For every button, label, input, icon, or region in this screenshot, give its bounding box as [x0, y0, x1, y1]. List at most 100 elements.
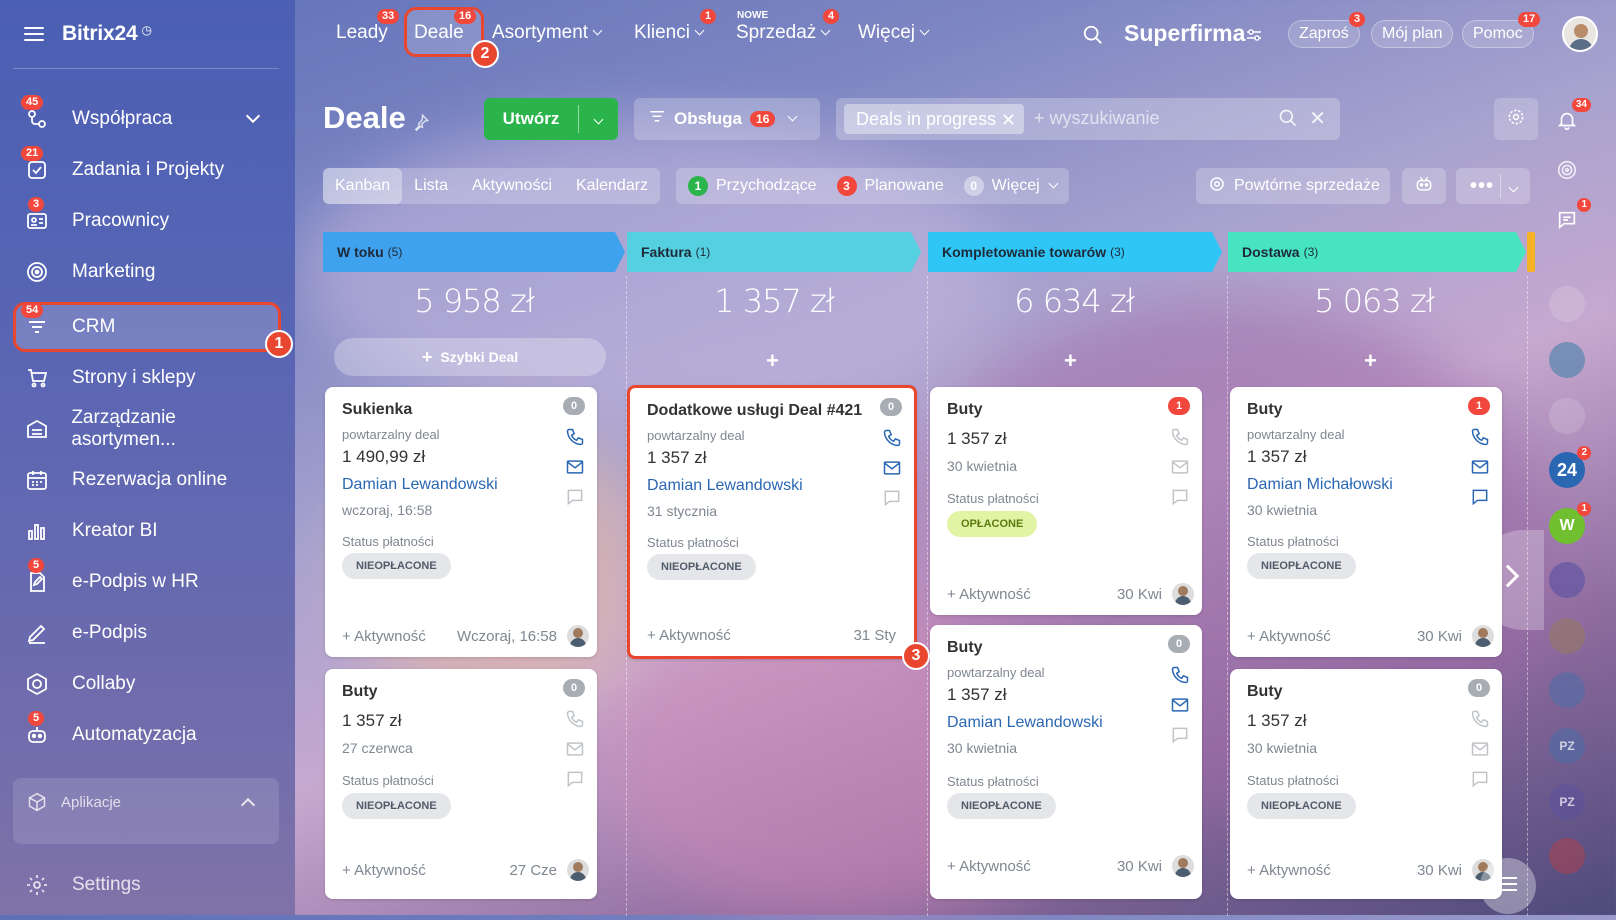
deal-title[interactable]: Buty: [1247, 401, 1283, 419]
group-avatar[interactable]: [1549, 672, 1585, 708]
sidebar-item-pracownicy[interactable]: 3 Pracownicy: [14, 197, 280, 244]
phone-icon[interactable]: [565, 427, 585, 446]
chat-icon[interactable]: [1470, 769, 1490, 788]
deal-card[interactable]: Buty 0 1 357 zł 30 kwietnia Status płatn…: [1230, 669, 1502, 899]
deal-title[interactable]: Buty: [1247, 683, 1283, 701]
search-input[interactable]: + wyszukiwanie: [1034, 108, 1160, 129]
deal-title[interactable]: Buty: [342, 683, 378, 701]
deal-card[interactable]: Buty 0 1 357 zł 27 czerwca Status płatno…: [325, 669, 597, 899]
add-activity[interactable]: + Aktywność: [1247, 862, 1331, 879]
chat-icon[interactable]: [565, 769, 585, 788]
phone-icon[interactable]: [1470, 427, 1490, 446]
sidebar-item-zadania[interactable]: 21 Zadania i Projekty: [14, 146, 280, 193]
quick-deal-button[interactable]: + Szybki Deal: [334, 338, 606, 376]
group-chat-avatar[interactable]: [1549, 342, 1585, 378]
email-icon[interactable]: [565, 739, 585, 757]
stage-header-kompletowanie[interactable]: Kompletowanie towarów (3): [928, 232, 1222, 272]
tab-leady[interactable]: Leady: [336, 22, 388, 44]
tab-klienci[interactable]: Klienci: [634, 22, 705, 44]
close-icon[interactable]: ✕: [1001, 110, 1016, 131]
chevron-down-icon[interactable]: [245, 108, 261, 124]
apps-section[interactable]: Aplikacje: [13, 778, 279, 844]
sidebar-item-rezerwacja[interactable]: Rezerwacja online: [14, 457, 280, 503]
deal-card[interactable]: Buty 1 powtarzalny deal 1 357 zł Damian …: [1230, 387, 1502, 657]
deal-card[interactable]: Buty 0 powtarzalny deal 1 357 zł Damian …: [930, 625, 1202, 899]
chat-icon[interactable]: [882, 488, 902, 507]
menu-icon[interactable]: [24, 27, 44, 41]
counter-incoming[interactable]: Przychodzące: [716, 177, 817, 195]
tab-asortyment[interactable]: Asortyment: [492, 22, 603, 44]
sidebar-item-epodpis[interactable]: e-Podpis: [14, 610, 280, 656]
add-activity[interactable]: + Aktywność: [947, 858, 1031, 875]
responsible-avatar[interactable]: [567, 625, 589, 647]
deal-contact[interactable]: Damian Lewandowski: [647, 477, 803, 495]
email-icon[interactable]: [565, 457, 585, 475]
my-plan-button[interactable]: Mój plan: [1371, 20, 1454, 48]
notifications-button[interactable]: 34: [1549, 98, 1591, 140]
tab-wiecej[interactable]: Więcej: [858, 22, 930, 44]
sidebar-item-automatyzacja[interactable]: 5 Automatyzacja: [14, 711, 280, 758]
tab-kalendarz[interactable]: Kalendarz: [564, 168, 660, 204]
deal-contact[interactable]: Damian Lewandowski: [947, 714, 1103, 732]
deal-card[interactable]: Buty 1 1 357 zł 30 kwietnia Status płatn…: [930, 387, 1202, 615]
messenger-button[interactable]: 1: [1549, 198, 1591, 240]
w-chat-avatar[interactable]: W 1: [1549, 502, 1591, 544]
invite-button[interactable]: Zaproś: [1288, 20, 1360, 48]
add-activity[interactable]: + Aktywność: [342, 862, 426, 879]
feed-button[interactable]: [1480, 858, 1536, 914]
chevron-up-icon[interactable]: [240, 797, 256, 813]
email-icon[interactable]: [1170, 695, 1190, 713]
chevron-down-icon[interactable]: [579, 114, 618, 124]
email-icon[interactable]: [882, 458, 902, 476]
sidebar-item-asortyment[interactable]: Zarządzanie asortymen...: [14, 406, 280, 452]
pin-icon[interactable]: [412, 113, 430, 136]
deal-card[interactable]: Sukienka 0 powtarzalny deal 1 490,99 zł …: [325, 387, 597, 657]
more-menu-button[interactable]: •••: [1456, 168, 1530, 204]
chat-icon[interactable]: [1170, 725, 1190, 744]
contact-avatar[interactable]: [1549, 398, 1585, 434]
filter-chip[interactable]: Deals in progress ✕: [844, 104, 1024, 134]
company-name[interactable]: Superfirma: [1124, 20, 1245, 47]
add-activity[interactable]: + Aktywność: [947, 586, 1031, 603]
contact-avatar[interactable]: [1549, 562, 1585, 598]
responsible-avatar[interactable]: [1472, 625, 1494, 647]
clear-icon[interactable]: ✕: [1309, 106, 1326, 131]
tab-aktywnosci[interactable]: Aktywności: [460, 168, 564, 204]
filter-search-box[interactable]: Deals in progress ✕ + wyszukiwanie ✕: [836, 98, 1340, 140]
add-deal-button[interactable]: +: [1064, 348, 1077, 374]
bitrix24-chat-avatar[interactable]: 24 2: [1549, 446, 1591, 488]
responsible-avatar[interactable]: [1172, 855, 1194, 877]
sidebar-item-strony[interactable]: Strony i sklepy: [14, 355, 280, 401]
create-button[interactable]: Utwórz: [484, 98, 618, 140]
stage-header-faktura[interactable]: Faktura (1): [627, 232, 921, 272]
deal-card-highlighted[interactable]: Dodatkowe usługi Deal #421 0 powtarzalny…: [627, 385, 917, 659]
chat-icon[interactable]: [565, 487, 585, 506]
pz-avatar[interactable]: PZ: [1549, 728, 1585, 764]
sidebar-item-kreator-bi[interactable]: Kreator BI: [14, 508, 280, 554]
deal-title[interactable]: Sukienka: [342, 401, 412, 419]
deal-title[interactable]: Dodatkowe usługi Deal #421: [647, 402, 862, 420]
tab-deale[interactable]: Deale: [414, 22, 464, 44]
add-deal-button[interactable]: +: [1364, 348, 1377, 374]
user-avatar[interactable]: [1562, 16, 1598, 52]
deal-contact[interactable]: Damian Michałowski: [1247, 476, 1393, 494]
phone-icon[interactable]: [882, 428, 902, 447]
phone-icon[interactable]: [1170, 427, 1190, 446]
app-logo[interactable]: Bitrix24: [62, 22, 138, 46]
chat-icon[interactable]: [1170, 487, 1190, 506]
pipeline-selector[interactable]: Obsługa 16: [634, 98, 820, 140]
stage-header-w-toku[interactable]: W toku (5): [323, 232, 625, 272]
phone-icon[interactable]: [1170, 665, 1190, 684]
search-icon[interactable]: [1278, 108, 1298, 133]
chat-icon[interactable]: [1470, 487, 1490, 506]
deal-contact[interactable]: Damian Lewandowski: [342, 476, 498, 494]
add-deal-button[interactable]: +: [766, 348, 779, 374]
add-activity[interactable]: + Aktywność: [342, 628, 426, 645]
responsible-avatar[interactable]: [1172, 583, 1194, 605]
pz-avatar[interactable]: PZ: [1549, 784, 1585, 820]
sidebar-item-wspolpraca[interactable]: 45 Współpraca: [14, 95, 280, 142]
robots-button[interactable]: [1402, 168, 1446, 204]
company-settings-icon[interactable]: [1246, 28, 1262, 47]
sidebar-item-marketing[interactable]: Marketing: [14, 249, 280, 295]
deal-title[interactable]: Buty: [947, 401, 983, 419]
